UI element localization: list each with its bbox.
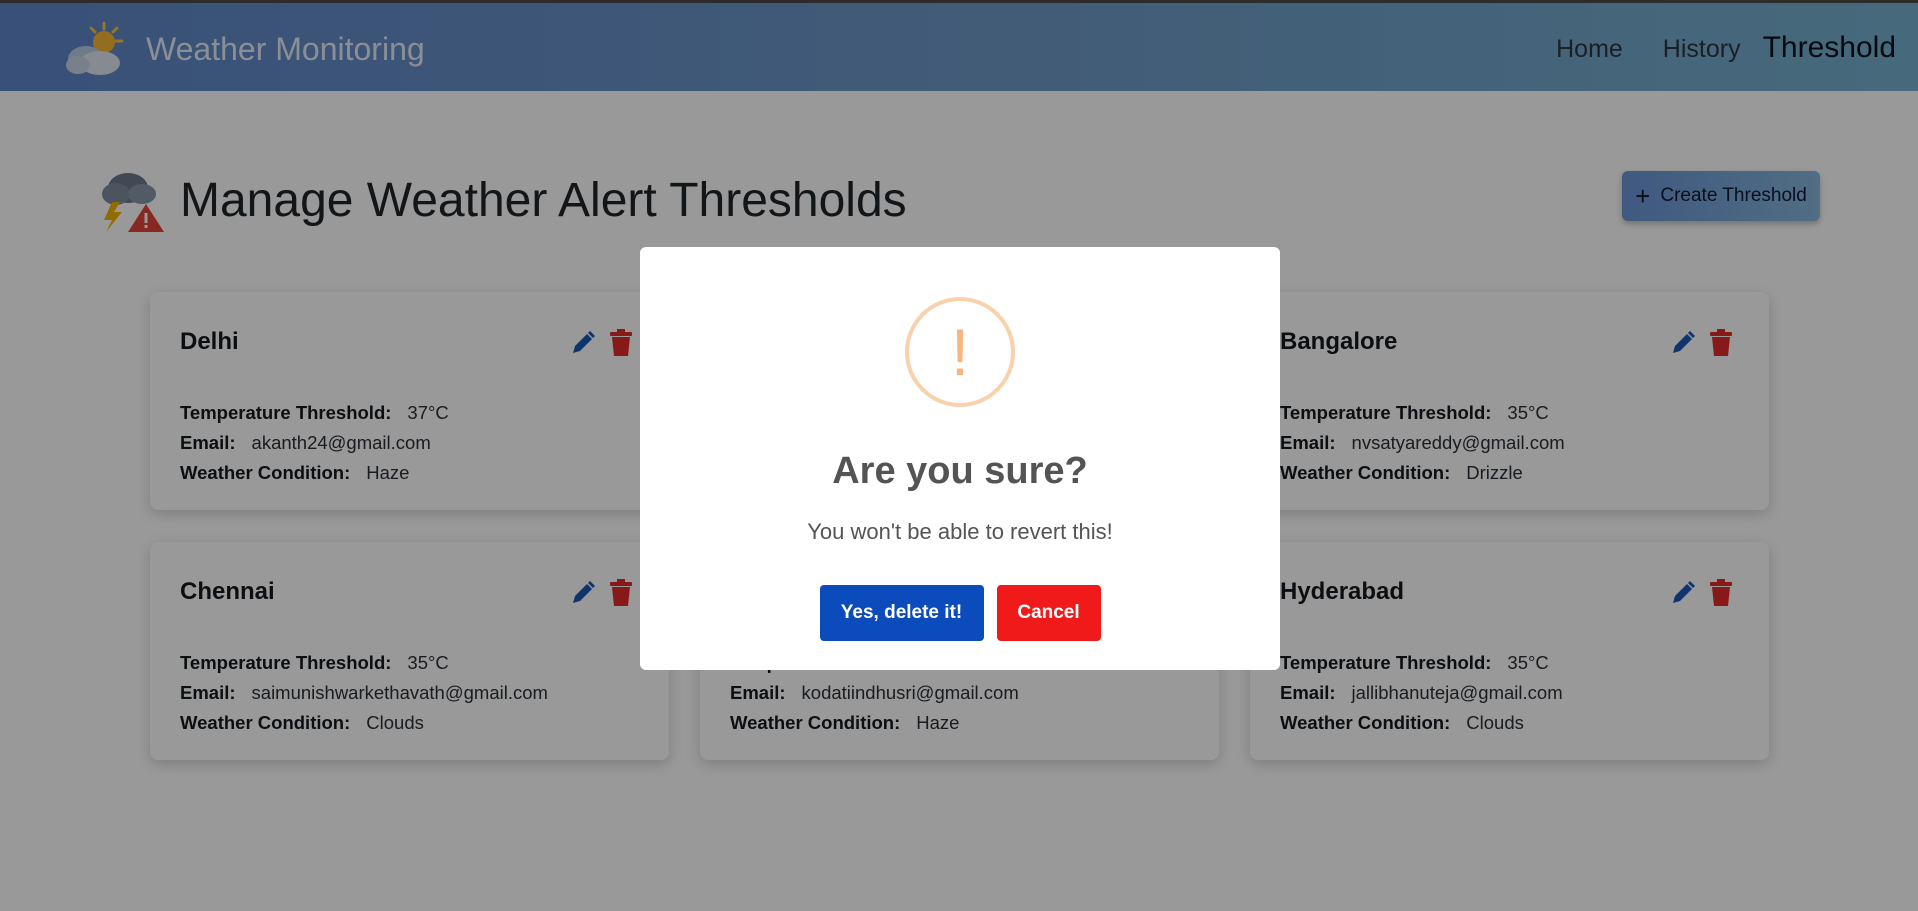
confirm-delete-button[interactable]: Yes, delete it! [819,585,984,641]
dialog-title: Are you sure? [832,450,1088,492]
dialog-actions: Yes, delete it! Cancel [640,585,1280,641]
cancel-button[interactable]: Cancel [996,585,1101,641]
dialog-message: You won't be able to revert this! [807,519,1113,544]
confirm-delete-dialog: ! Are you sure? You won't be able to rev… [640,247,1280,670]
warning-exclamation-icon: ! [905,297,1015,407]
